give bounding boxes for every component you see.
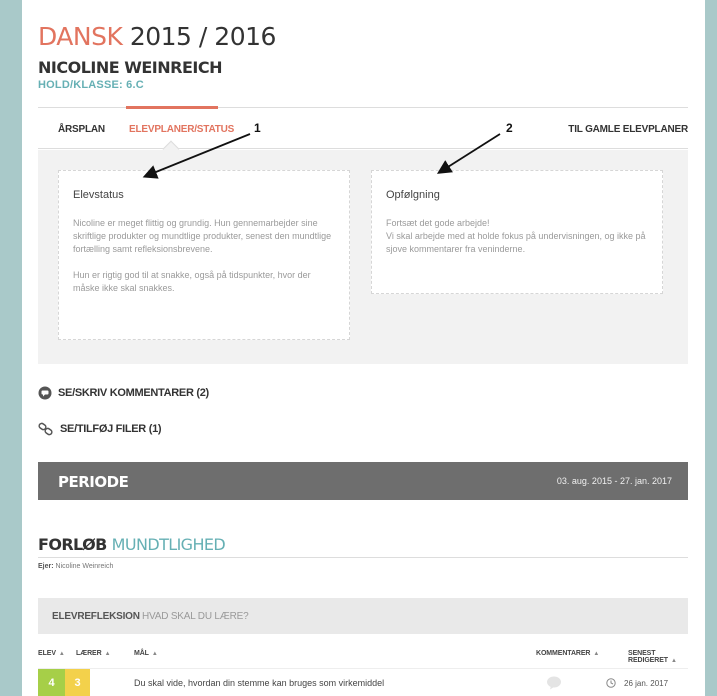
column-header-kommentarer[interactable]: KOMMENTARER ▲ [536, 650, 599, 657]
column-header-laerer[interactable]: LÆRER ▲ [76, 650, 111, 657]
comment-bubble-icon[interactable] [546, 676, 562, 690]
column-header-elev-label: ELEV [38, 650, 56, 657]
right-frame-border [705, 0, 717, 696]
elevrefleksion-bar[interactable]: ELEVREFLEKSION HVAD SKAL DU LÆRE? [38, 598, 688, 634]
periode-label: PERIODE [58, 473, 129, 491]
forlob-keyword: FORLØB [38, 535, 107, 554]
clock-icon [606, 678, 616, 688]
owner-label: Ejer: [38, 563, 54, 570]
column-header-mal-label: MÅL [134, 650, 149, 657]
sort-arrow-icon: ▲ [104, 651, 111, 657]
forlob-divider [38, 557, 688, 558]
laerer-score: 3 [65, 669, 90, 696]
arrow-1 [142, 133, 251, 179]
column-header-kommentarer-label: KOMMENTARER [536, 650, 591, 657]
elev-score: 4 [38, 669, 65, 696]
link-chain-icon [38, 422, 53, 436]
owner-name: Nicoline Weinreich [55, 563, 114, 570]
goal-text: Du skal vide, hvordan din stemme kan bru… [134, 678, 385, 688]
annotation-arrows [142, 133, 501, 179]
periode-dates: 03. aug. 2015 - 27. jan. 2017 [556, 476, 672, 486]
column-header-elev[interactable]: ELEV ▲ [38, 650, 65, 657]
sort-arrow-icon: ▲ [58, 651, 65, 657]
elevrefleksion-question: HVAD SKAL DU LÆRE? [142, 611, 249, 622]
table-row[interactable]: 4 3 Du skal vide, hvordan din stemme kan… [38, 668, 688, 696]
files-link-label: SE/TILFØJ FILER (1) [60, 423, 162, 435]
column-header-mal[interactable]: MÅL ▲ [134, 650, 158, 657]
annotation-number-1: 1 [254, 121, 261, 135]
files-link[interactable]: SE/TILFØJ FILER (1) [38, 422, 162, 436]
last-edited-date: 26 jan. 2017 [624, 679, 669, 688]
opfoelgning-paragraph: Fortsæt det gode arbejde! Vi skal arbejd… [386, 218, 646, 254]
comments-link[interactable]: SE/SKRIV KOMMENTARER (2) [38, 386, 209, 400]
left-frame-border [0, 0, 22, 696]
opfoelgning-text: Fortsæt det gode arbejde! Vi skal arbejd… [386, 217, 648, 256]
elevrefleksion-keyword: ELEVREFLEKSION [52, 611, 140, 622]
forlob-name: MUNDTLIGHED [111, 535, 226, 554]
forlob-title: FORLØB MUNDTLIGHED [38, 535, 226, 554]
periode-bar[interactable]: PERIODE 03. aug. 2015 - 27. jan. 2017 [38, 462, 688, 500]
sort-arrow-icon: ▲ [593, 651, 600, 657]
column-header-senest-redigeret[interactable]: SENEST REDIGERET ▲ [628, 650, 705, 664]
sort-arrow-icon: ▲ [151, 651, 158, 657]
annotation-number-2: 2 [506, 121, 513, 135]
comment-icon [38, 386, 52, 400]
forlob-owner: Ejer: Nicoline Weinreich [38, 563, 113, 570]
column-header-senest-label: SENEST REDIGERET [628, 650, 668, 664]
page-content: DANSK 2015 / 2016 NICOLINE WEINREICH HOL… [22, 0, 705, 696]
elevstatus-paragraph-1: Nicoline er meget flittig og grundig. Hu… [73, 218, 332, 254]
sort-arrow-icon: ▲ [670, 658, 677, 664]
comments-link-label: SE/SKRIV KOMMENTARER (2) [58, 387, 209, 399]
elevstatus-paragraph-2: Hun er rigtig god til at snakke, også på… [73, 270, 311, 293]
arrow-2 [436, 133, 501, 174]
elevstatus-text: Nicoline er meget flittig og grundig. Hu… [73, 217, 335, 295]
column-header-laerer-label: LÆRER [76, 650, 102, 657]
